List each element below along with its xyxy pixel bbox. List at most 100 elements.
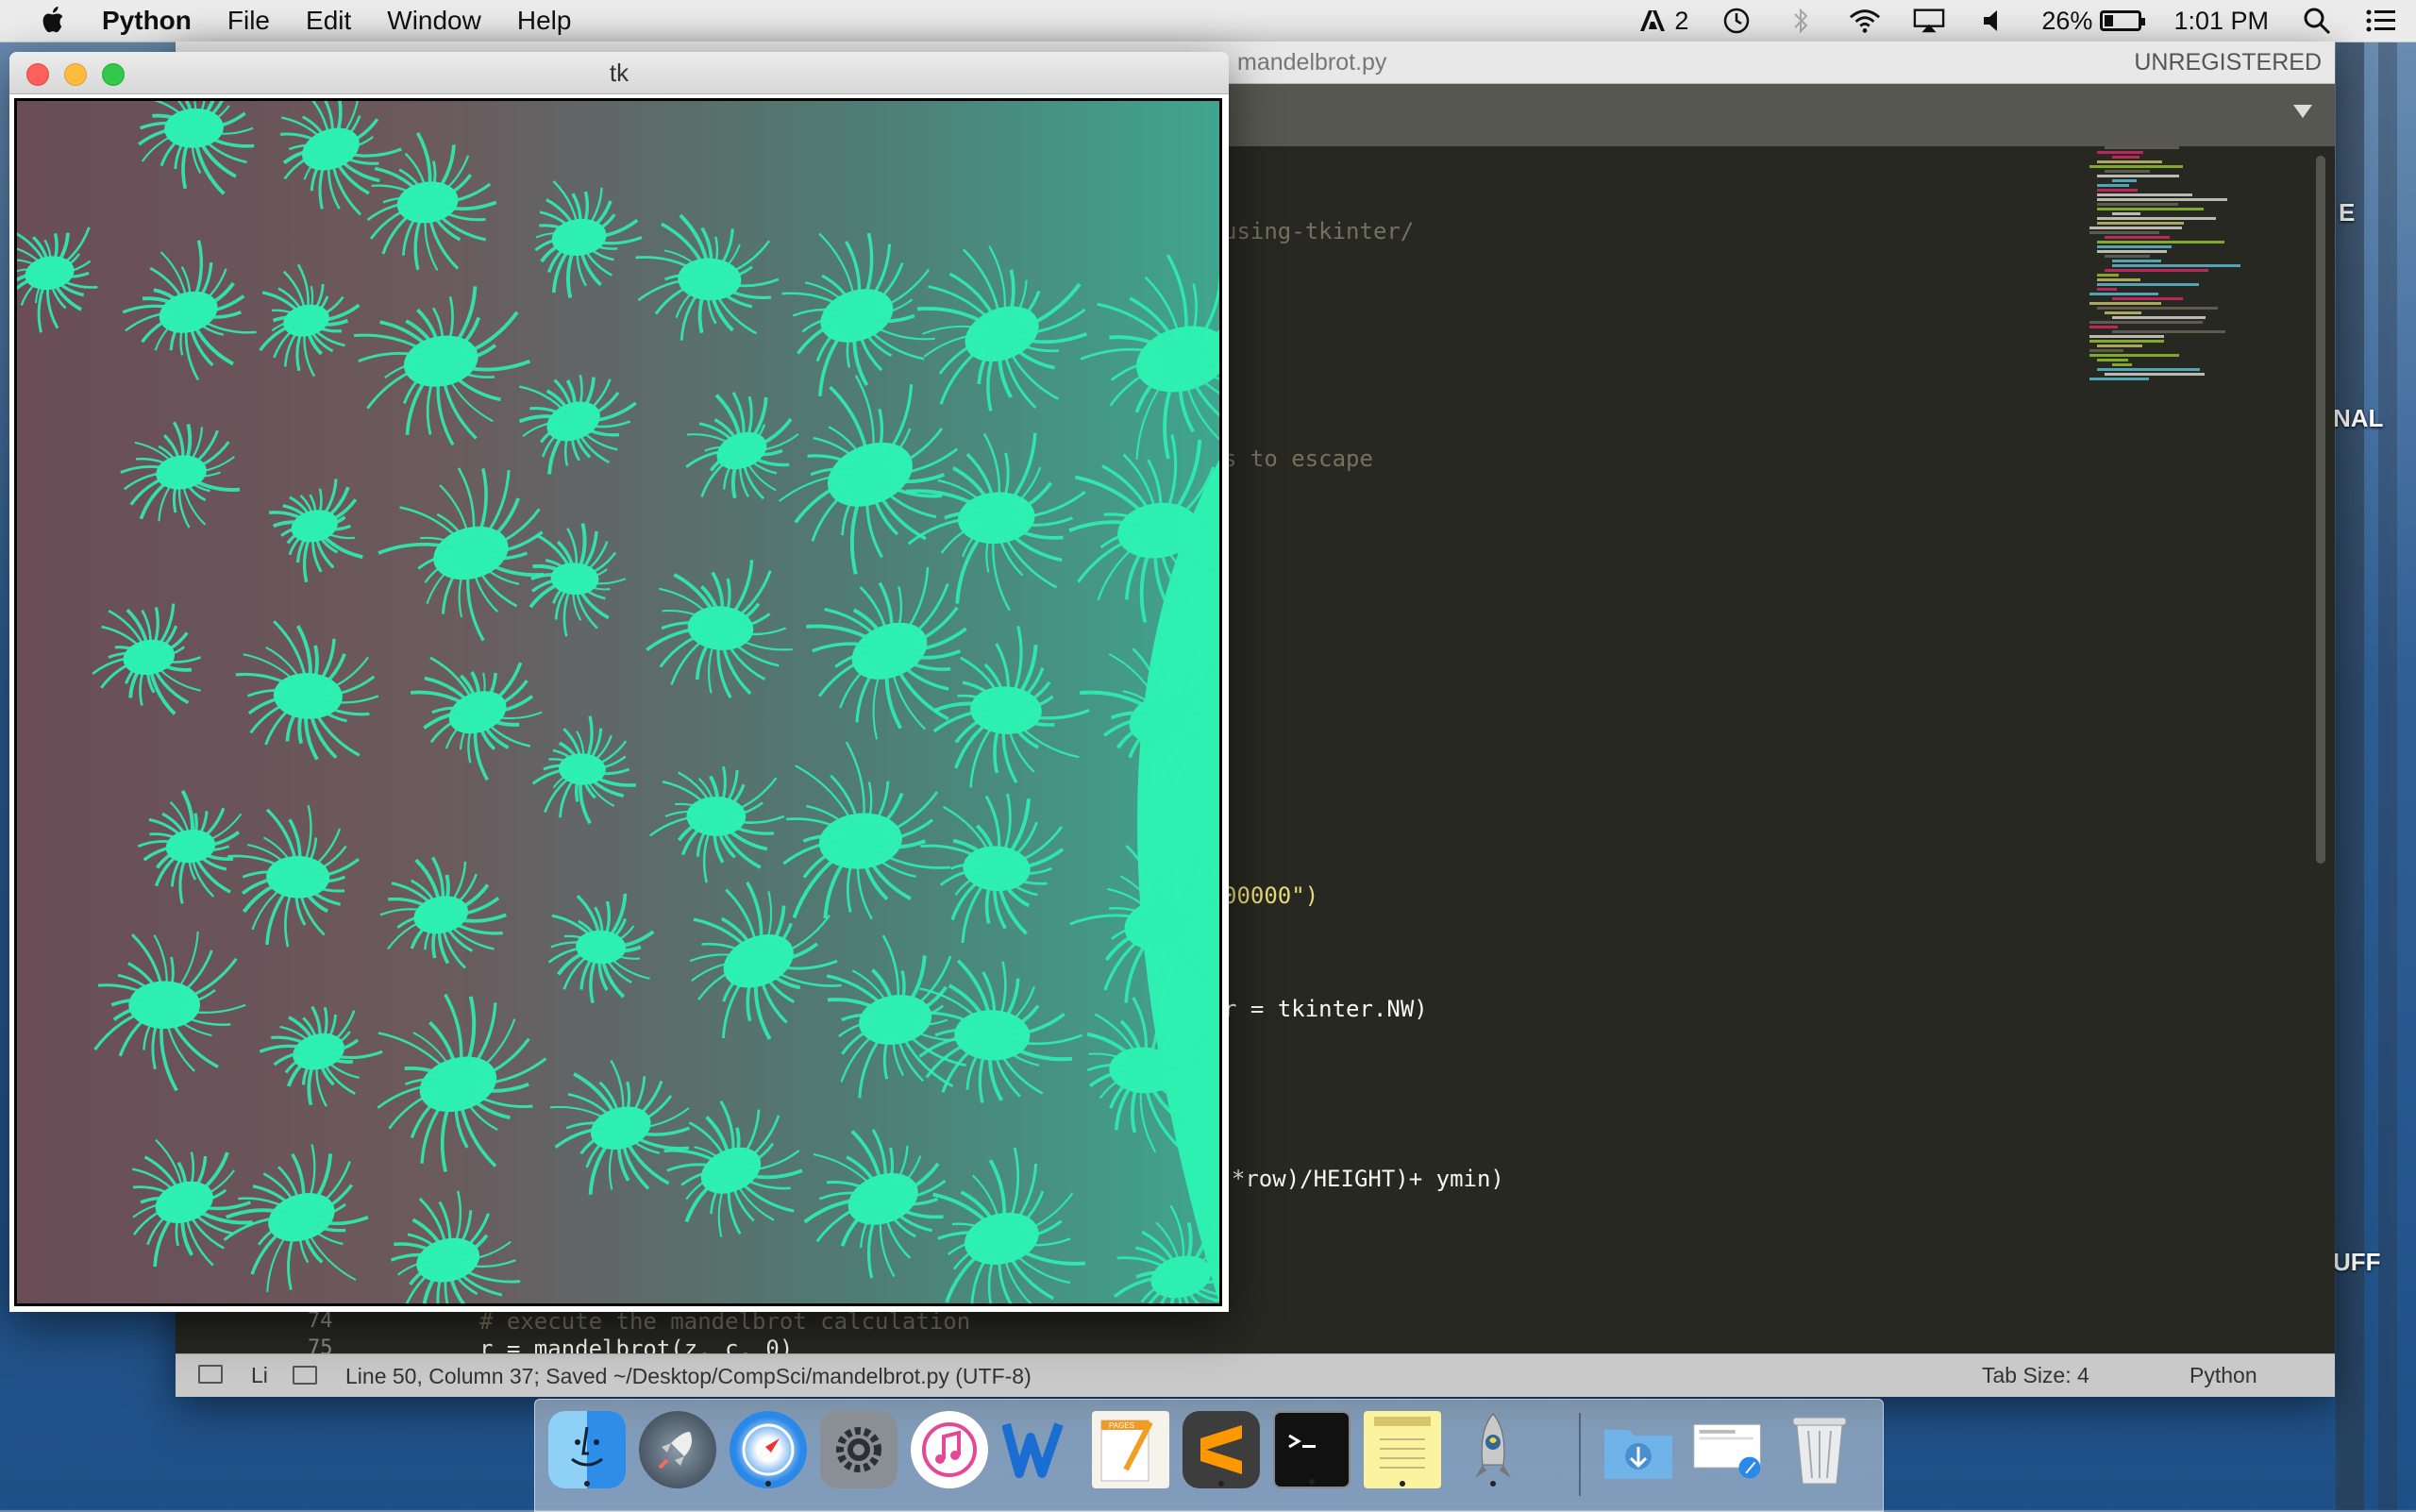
fractal-spiral [235, 620, 379, 761]
fractal-spiral [93, 931, 246, 1092]
dock-downloads[interactable] [1600, 1411, 1677, 1488]
fractal-spiral [547, 893, 655, 1004]
downloads-folder-icon [1604, 1430, 1672, 1479]
panel-toggle-icon[interactable] [198, 1365, 223, 1384]
desktop-icon-label-partial: E [2339, 198, 2356, 227]
minimap-line [2089, 335, 2165, 338]
minimap-line [2089, 321, 2203, 324]
notes-icon [1374, 1417, 1431, 1469]
apple-menu-icon[interactable] [38, 6, 66, 36]
fractal-spiral [663, 1100, 803, 1237]
dock-separator [1579, 1413, 1581, 1496]
dock-python-launcher[interactable] [1454, 1411, 1532, 1488]
menu-window[interactable]: Window [387, 6, 481, 36]
minimap[interactable] [2089, 146, 2241, 392]
fractal-spiral [635, 213, 780, 341]
desktop-icon-label: NAL [2333, 404, 2384, 432]
battery-status[interactable]: 26% [2041, 7, 2146, 36]
dock-finder[interactable] [548, 1411, 626, 1488]
clock[interactable]: 1:01 PM [2173, 7, 2269, 36]
code-line: n)*row)/HEIGHT)+ ymin) [1204, 1166, 1504, 1192]
minimap-line [2112, 179, 2137, 182]
minimap-line [2097, 359, 2129, 361]
dock-safari[interactable] [730, 1411, 807, 1488]
menu-app-name[interactable]: Python [102, 6, 192, 36]
dock-preview-stack[interactable] [1690, 1411, 1768, 1488]
minimap-line [2089, 231, 2160, 234]
menu-file[interactable]: File [227, 6, 270, 36]
minimap-line [2105, 146, 2179, 149]
dock-pages[interactable]: PAGES [1092, 1411, 1169, 1488]
dock-notes[interactable] [1364, 1411, 1441, 1488]
volume-icon[interactable] [1977, 8, 2009, 34]
fractal-spiral [390, 1190, 521, 1303]
minimap-line [2097, 307, 2218, 310]
fractal-spiral [120, 421, 241, 529]
minimap-line [2097, 250, 2168, 253]
minimap-line [2105, 236, 2171, 239]
mandelbrot-canvas[interactable] [14, 98, 1222, 1306]
fractal-spiral [378, 467, 545, 642]
running-indicator [765, 1481, 771, 1487]
menu-edit[interactable]: Edit [306, 6, 351, 36]
fractal-spiral [268, 479, 363, 583]
dock: PAGES [534, 1399, 1884, 1512]
airplay-icon[interactable] [1913, 8, 1945, 34]
editor-scrollbar[interactable] [2316, 156, 2325, 864]
fractal-spiral [518, 374, 637, 475]
menu-help[interactable]: Help [517, 6, 572, 36]
python-rocket-icon [1475, 1413, 1511, 1478]
fractal-spiral [779, 375, 959, 575]
tk-title-bar[interactable]: tk [9, 52, 1229, 94]
minimap-line [2112, 363, 2132, 366]
tab-dropdown-icon[interactable] [2293, 105, 2312, 118]
dock-itunes[interactable] [911, 1411, 988, 1488]
fractal-spiral [782, 741, 951, 920]
status-position: Line 50, Column 37; Saved ~/Desktop/Comp… [345, 1364, 1032, 1388]
panel-toggle-icon[interactable] [293, 1366, 317, 1385]
word-icon [1002, 1422, 1064, 1478]
minimap-line [2105, 255, 2151, 258]
code-line: # execute the mandelbrot calculation [479, 1308, 971, 1335]
adobe-status-item[interactable]: 2 [1638, 7, 1688, 36]
fractal-spiral [92, 603, 202, 715]
desktop-icon-label: UFF [2333, 1248, 2381, 1276]
spotlight-search-icon[interactable] [2301, 8, 2333, 35]
minimap-line [2097, 241, 2224, 244]
fractal-spiral [377, 993, 547, 1172]
minimap-line [2097, 283, 2200, 286]
tab-size-selector[interactable]: Tab Size: 4 [1982, 1363, 2089, 1388]
wifi-icon[interactable] [1849, 8, 1881, 34]
status-bar-overlay: Line 50, Column 37; Saved ~/Desktop/Comp… [274, 1355, 1217, 1397]
minimap-line [2097, 189, 2138, 192]
menu-extras: 2 26% 1:01 PM [1638, 0, 2397, 42]
status-text-hidden: Li [251, 1363, 268, 1387]
dock-sublime-text[interactable] [1183, 1411, 1260, 1488]
notification-center-icon[interactable] [2365, 8, 2397, 34]
line-number: 74 [308, 1309, 333, 1333]
trash-icon [1792, 1417, 1847, 1485]
bluetooth-icon[interactable] [1785, 8, 1817, 34]
battery-icon [2100, 10, 2146, 31]
minimap-line [2089, 349, 2124, 352]
minimap-line [2105, 311, 2141, 314]
dock-terminal[interactable] [1273, 1411, 1351, 1488]
minimap-line [2097, 368, 2200, 371]
minimap-line [2112, 316, 2206, 319]
dock-trash[interactable] [1781, 1411, 1858, 1488]
minimap-line [2097, 184, 2130, 187]
time-machine-icon[interactable] [1720, 8, 1753, 34]
dock-system-preferences[interactable] [820, 1411, 898, 1488]
window-title: mandelbrot.py [1237, 49, 1387, 76]
minimap-line [2105, 170, 2151, 173]
rocket-icon [658, 1432, 692, 1470]
dock-launchpad[interactable] [639, 1411, 716, 1488]
minimap-line [2097, 193, 2192, 196]
minimap-line [2089, 354, 2179, 357]
fractal-spiral [353, 286, 531, 446]
finder-icon [571, 1426, 603, 1467]
dock-word[interactable] [1001, 1411, 1079, 1488]
minimap-line [2097, 278, 2140, 281]
syntax-selector[interactable]: Python [2190, 1363, 2257, 1388]
minimap-line [2112, 297, 2183, 300]
